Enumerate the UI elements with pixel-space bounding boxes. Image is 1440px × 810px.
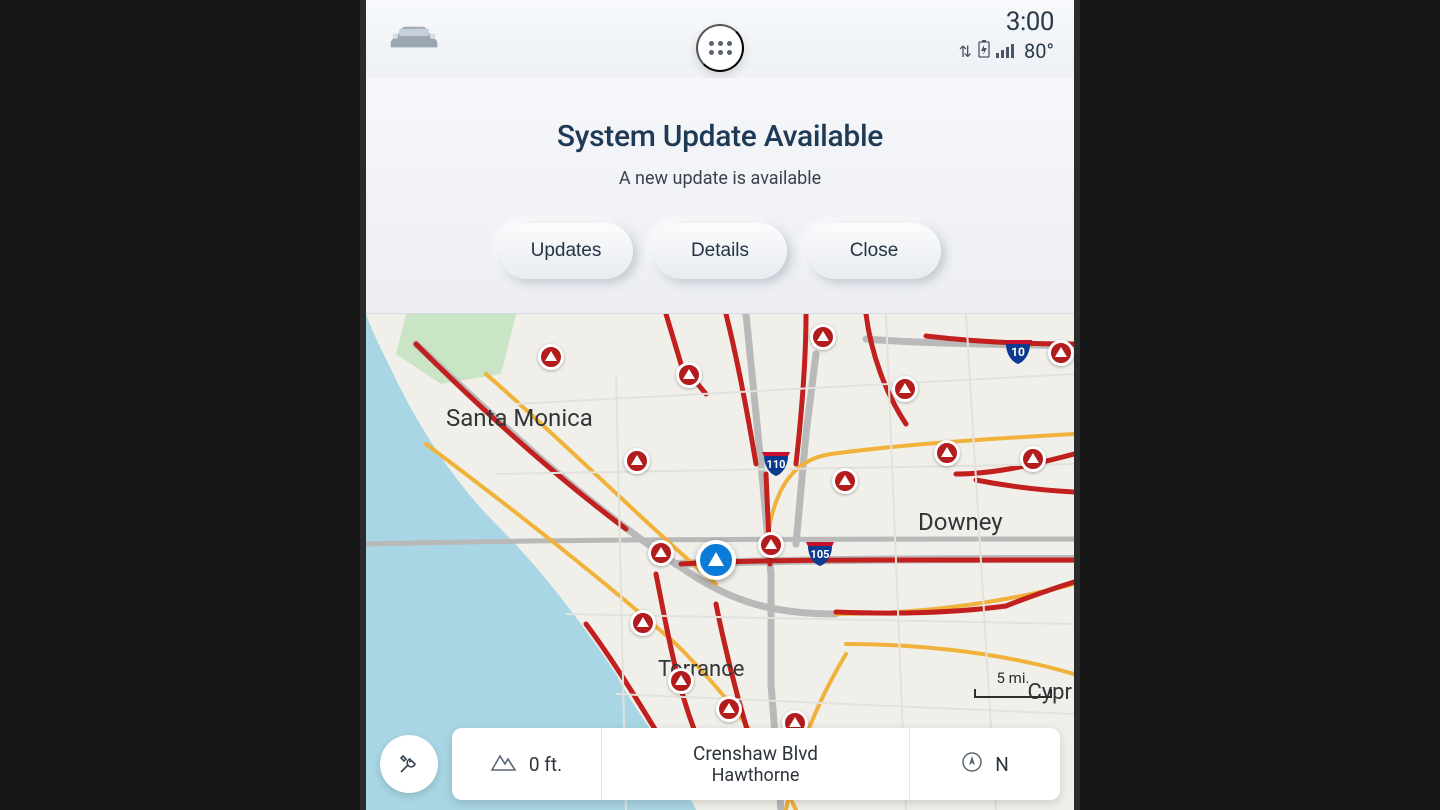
traffic-alert-icon[interactable] xyxy=(832,468,858,494)
battery-icon xyxy=(978,40,990,62)
traffic-alert-icon[interactable] xyxy=(630,610,656,636)
vehicle-icon[interactable] xyxy=(386,20,442,50)
map-scale: 5 mi. xyxy=(974,669,1052,698)
status-right-cluster: 3:00 ⇅ 80° xyxy=(959,7,1054,63)
close-button[interactable]: Close xyxy=(807,223,941,279)
elevation-segment[interactable]: 0 ft. xyxy=(452,728,602,800)
traffic-alert-icon[interactable] xyxy=(624,448,650,474)
map-info-card: 0 ft. Crenshaw Blvd Hawthorne N xyxy=(452,728,1060,800)
system-update-panel: System Update Available A new update is … xyxy=(366,78,1074,314)
map-bottom-bar: 0 ft. Crenshaw Blvd Hawthorne N xyxy=(366,718,1074,810)
mountain-icon xyxy=(491,753,517,776)
traffic-alert-icon[interactable] xyxy=(1020,446,1046,472)
map-scale-label: 5 mi. xyxy=(997,669,1030,687)
shield-i110: 110 xyxy=(760,446,792,478)
heading-value: N xyxy=(995,753,1009,776)
vehicle-display: 3:00 ⇅ 80° System Update Available A new… xyxy=(360,0,1080,810)
traffic-alert-icon[interactable] xyxy=(676,362,702,388)
traffic-alert-icon[interactable] xyxy=(668,668,694,694)
updates-button[interactable]: Updates xyxy=(499,223,633,279)
traffic-alert-icon[interactable] xyxy=(758,532,784,558)
current-street: Crenshaw Blvd xyxy=(693,742,818,765)
heading-segment[interactable]: N xyxy=(910,728,1060,800)
traffic-alert-icon[interactable] xyxy=(892,376,918,402)
app-drawer-button[interactable] xyxy=(696,24,744,72)
location-segment[interactable]: Crenshaw Blvd Hawthorne xyxy=(602,728,910,800)
svg-text:110: 110 xyxy=(767,458,786,471)
traffic-alert-icon[interactable] xyxy=(810,324,836,350)
current-city: Hawthorne xyxy=(712,765,800,786)
map-tools-button[interactable] xyxy=(380,735,438,793)
traffic-alert-icon[interactable] xyxy=(648,540,674,566)
shield-i105: 105 xyxy=(804,536,836,568)
shield-i10: 10 xyxy=(1002,334,1034,366)
app-drawer-icon xyxy=(709,41,732,55)
traffic-alert-icon[interactable] xyxy=(1048,340,1074,366)
clock: 3:00 xyxy=(959,7,1054,37)
current-location-marker[interactable] xyxy=(696,540,736,580)
tools-icon xyxy=(397,752,421,776)
details-button[interactable]: Details xyxy=(653,223,787,279)
svg-text:10: 10 xyxy=(1011,345,1025,359)
cell-signal-icon xyxy=(996,44,1014,58)
compass-icon xyxy=(961,751,983,778)
panel-title: System Update Available xyxy=(557,119,883,154)
traffic-alert-icon[interactable] xyxy=(538,344,564,370)
outside-temperature: 80° xyxy=(1024,39,1054,63)
data-transfer-icon: ⇅ xyxy=(959,42,972,61)
panel-subtitle: A new update is available xyxy=(619,168,821,189)
svg-text:105: 105 xyxy=(811,548,830,561)
traffic-alert-icon[interactable] xyxy=(934,440,960,466)
elevation-value: 0 ft. xyxy=(529,753,562,776)
navigation-map[interactable]: Santa Monica Downey Torrance Cypr 10 110… xyxy=(366,314,1074,810)
